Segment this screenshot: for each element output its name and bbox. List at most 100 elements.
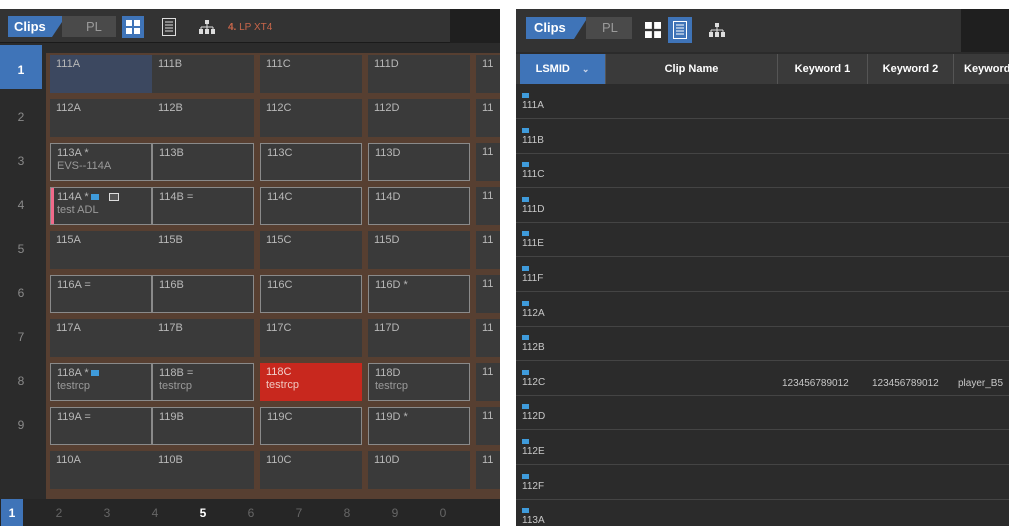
clip-cell[interactable]: 116C [260, 275, 362, 313]
page-button[interactable]: 0 [433, 506, 453, 520]
clip-cell[interactable]: 115A [50, 231, 152, 269]
clip-cell[interactable]: 111C [260, 55, 362, 93]
clip-cell[interactable]: 114D [368, 187, 470, 225]
clip-cell[interactable]: 114C [260, 187, 362, 225]
clip-cell[interactable]: 117A [50, 319, 152, 357]
clip-cell[interactable]: 11 [476, 231, 500, 269]
clip-cell[interactable]: 11 [476, 451, 500, 489]
clip-cell[interactable]: 119A = [50, 407, 152, 445]
tab-clips-label: Clips [14, 19, 46, 34]
clip-cell[interactable]: 110A [50, 451, 152, 489]
clip-cell[interactable]: 115D [368, 231, 470, 269]
clip-cell[interactable]: 112D [368, 99, 470, 137]
clip-cell[interactable]: 114A * test ADL [50, 187, 152, 225]
page-button[interactable]: 7 [289, 506, 309, 520]
clip-cell[interactable]: 119B [152, 407, 254, 445]
clip-cell[interactable]: 113B [152, 143, 254, 181]
clip-cell[interactable]: 115C [260, 231, 362, 269]
clip-cell[interactable]: 11 [476, 363, 500, 401]
page-button[interactable]: 6 [241, 506, 261, 520]
clip-cell[interactable]: 116A = [50, 275, 152, 313]
clip-cell[interactable]: 115B [152, 231, 254, 269]
chevron-down-icon[interactable]: ⌄ [582, 54, 590, 84]
clip-cell[interactable]: 11 [476, 407, 500, 445]
clip-cell[interactable]: 118D testrcp [368, 363, 470, 401]
clip-cell[interactable]: 117D [368, 319, 470, 357]
hierarchy-view-button[interactable] [196, 16, 218, 38]
page-button[interactable]: 3 [97, 506, 117, 520]
clip-cell[interactable]: 118C testrcp [260, 363, 362, 401]
list-row[interactable]: 112A [516, 293, 1009, 327]
column-header-keyword-2[interactable]: Keyword 2 [868, 54, 954, 84]
clip-cell[interactable]: 111D [368, 55, 470, 93]
row-number[interactable]: 9 [0, 397, 42, 441]
clip-cell[interactable]: 118B = testrcp [152, 363, 254, 401]
row-number[interactable]: 8 [0, 353, 42, 397]
list-row[interactable]: 111C [516, 154, 1009, 189]
tab-pl[interactable]: PL [62, 16, 116, 37]
row-number[interactable]: 2 [0, 89, 42, 133]
row-number[interactable]: 7 [0, 309, 42, 353]
hierarchy-icon [709, 23, 725, 37]
list-row[interactable]: 112B [516, 327, 1009, 362]
grid-view-button[interactable] [122, 16, 144, 38]
clip-cell[interactable]: 113D [368, 143, 470, 181]
grid-view-button[interactable] [642, 19, 664, 41]
list-row[interactable]: 111B [516, 120, 1009, 154]
column-header-clip-name[interactable]: Clip Name [606, 54, 778, 84]
column-header-keyword-3[interactable]: Keyword [954, 54, 1009, 84]
row-number[interactable]: 4 [0, 177, 42, 221]
clip-cell[interactable]: 119C [260, 407, 362, 445]
row-number[interactable]: 5 [0, 221, 42, 265]
clip-cell[interactable]: 113A * EVS--114A [50, 143, 152, 181]
row-number[interactable]: 1 [0, 45, 42, 89]
column-header-keyword-1[interactable]: Keyword 1 [778, 54, 868, 84]
clip-cell[interactable]: 118A * testrcp [50, 363, 152, 401]
clip-cell[interactable]: 113C [260, 143, 362, 181]
clip-cell[interactable]: 11 [476, 187, 500, 225]
list-row[interactable]: 111E [516, 223, 1009, 258]
clip-cell[interactable]: 11 [476, 143, 500, 181]
page-button[interactable]: 1 [1, 499, 23, 526]
page-button[interactable]: 8 [337, 506, 357, 520]
clip-cell[interactable]: 114B = [152, 187, 254, 225]
page-button[interactable]: 5 [193, 506, 213, 520]
clip-cell[interactable]: 119D * [368, 407, 470, 445]
tab-clips[interactable]: Clips [526, 17, 588, 39]
clip-cell[interactable]: 110C [260, 451, 362, 489]
clip-cell[interactable]: 112B [152, 99, 254, 137]
clip-cell[interactable]: 117B [152, 319, 254, 357]
clip-cell[interactable]: 111A [50, 55, 152, 93]
list-row[interactable]: 111A [516, 85, 1009, 119]
clip-cell[interactable]: 11 [476, 55, 500, 93]
clip-cell[interactable]: 11 [476, 275, 500, 313]
page-button[interactable]: 4 [145, 506, 165, 520]
list-row[interactable]: 111D [516, 189, 1009, 223]
clip-cell[interactable]: 117C [260, 319, 362, 357]
clip-cell[interactable]: 112A [50, 99, 152, 137]
clip-cell[interactable]: 116B [152, 275, 254, 313]
column-header-lsmid[interactable]: LSMID ⌄ [520, 54, 606, 84]
list-view-button[interactable] [668, 17, 692, 43]
list-row[interactable]: 112D [516, 396, 1009, 431]
list-row[interactable]: 111F [516, 258, 1009, 292]
list-row[interactable]: 112F [516, 466, 1009, 500]
row-number[interactable]: 3 [0, 133, 42, 177]
hierarchy-view-button[interactable] [706, 19, 728, 41]
page-button[interactable]: 9 [385, 506, 405, 520]
page-button[interactable]: 2 [49, 506, 69, 520]
list-row[interactable]: 113A [516, 500, 1009, 526]
clip-cell[interactable]: 110B [152, 451, 254, 489]
clip-cell[interactable]: 110D [368, 451, 470, 489]
clip-cell[interactable]: 116D * [368, 275, 470, 313]
row-number[interactable]: 6 [0, 265, 42, 309]
list-row[interactable]: 112E [516, 431, 1009, 465]
tab-clips[interactable]: Clips [8, 16, 66, 37]
clip-cell[interactable]: 111B [152, 55, 254, 93]
clip-cell[interactable]: 11 [476, 319, 500, 357]
clip-cell[interactable]: 11 [476, 99, 500, 137]
list-row[interactable]: 112C 123456789012 123456789012 player_B5 [516, 362, 1009, 396]
list-view-button[interactable] [158, 16, 180, 38]
tab-pl[interactable]: PL [586, 17, 632, 39]
clip-cell[interactable]: 112C [260, 99, 362, 137]
